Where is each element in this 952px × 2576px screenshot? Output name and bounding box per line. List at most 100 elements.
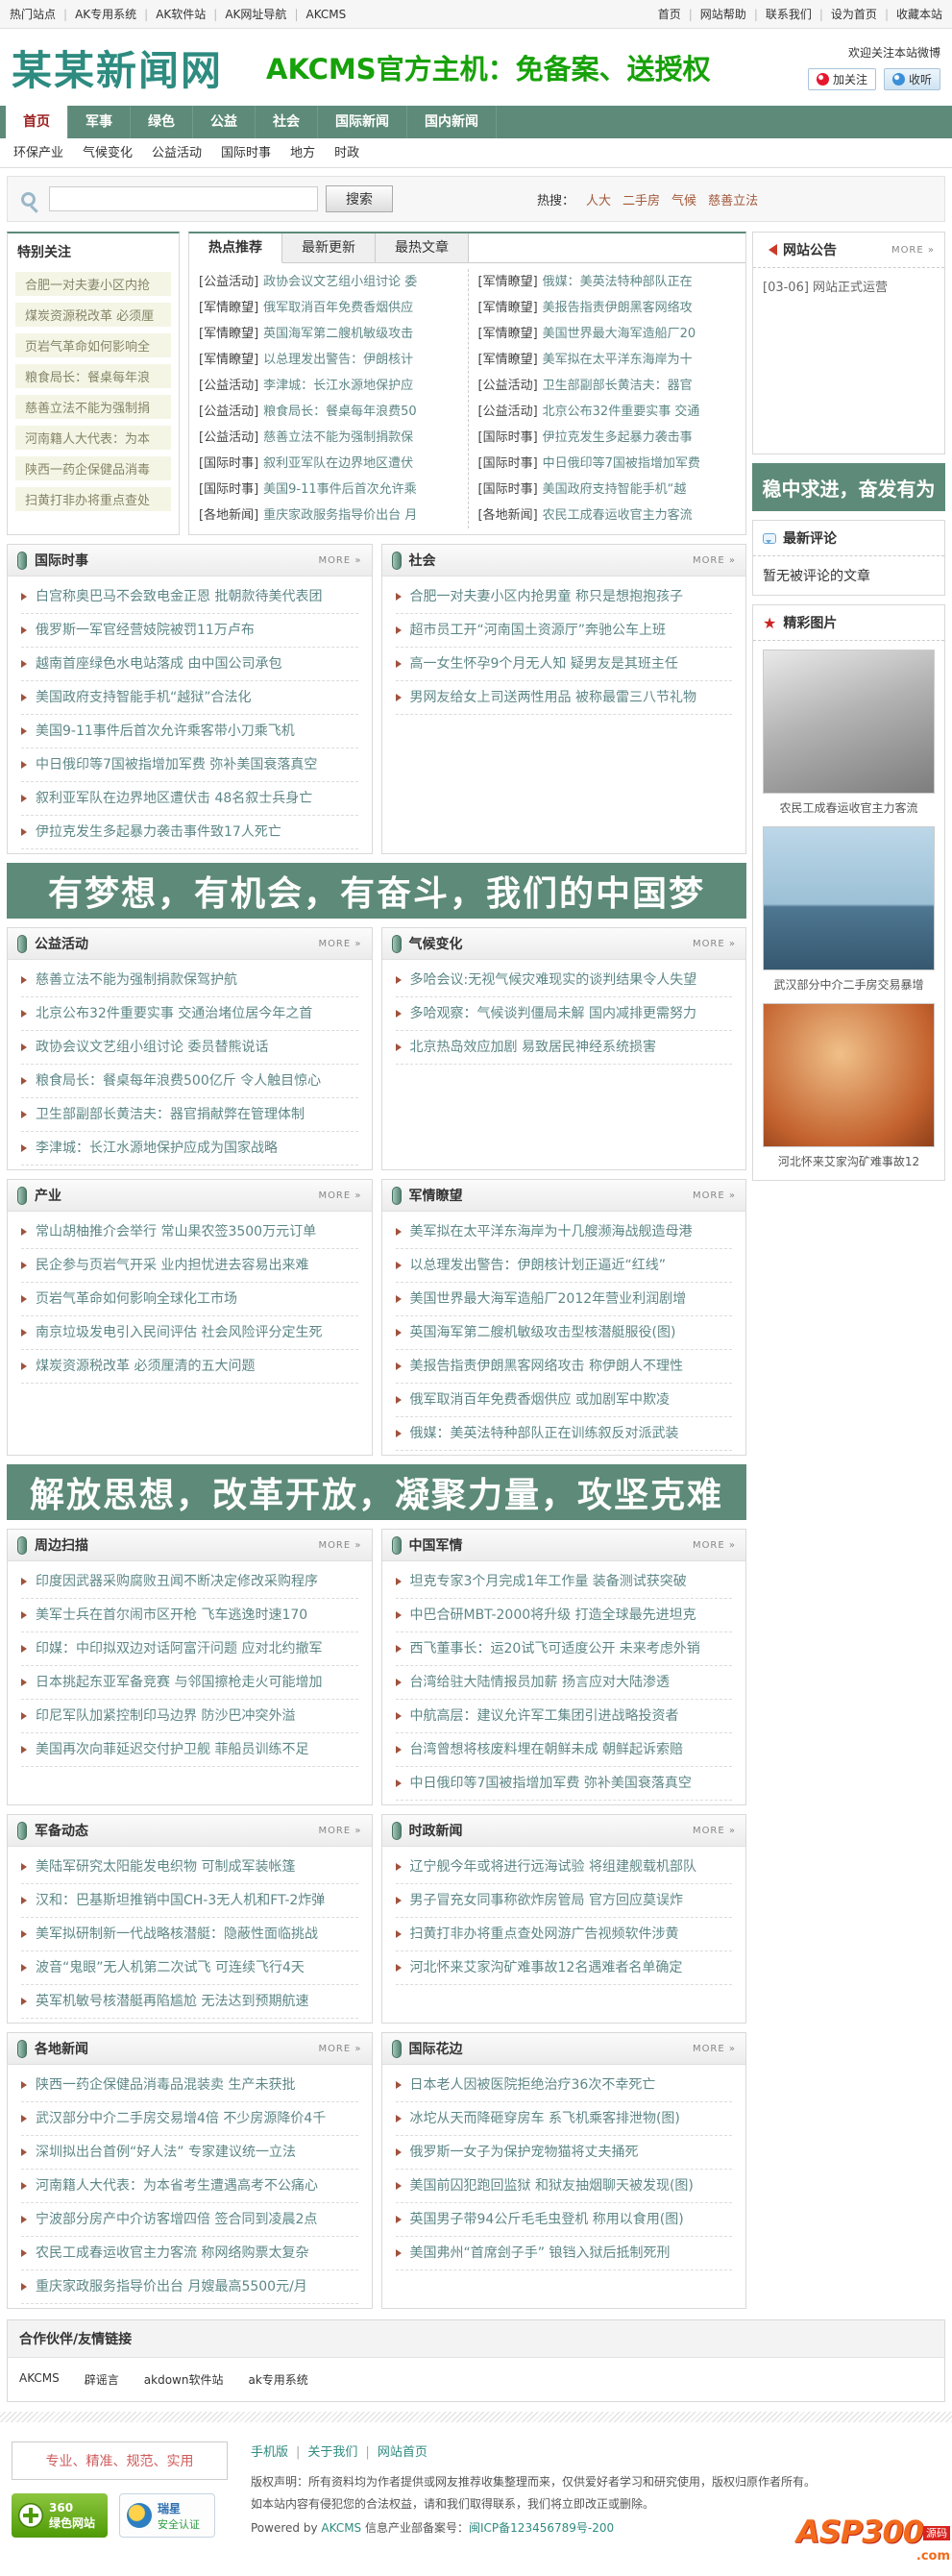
more-link[interactable]: MORE » (693, 1826, 736, 1836)
news-category-tag[interactable]: [军情瞭望] (478, 275, 538, 289)
footer-link[interactable]: 关于我们 (307, 2445, 357, 2460)
news-link[interactable]: 河南籍人大代表：为本省考生遭遇高考不公痛心 (36, 2178, 318, 2194)
topbar-link[interactable]: AK专用系统 (75, 8, 136, 21)
friend-link[interactable]: akdown软件站 (144, 2373, 224, 2387)
tab-latest-update[interactable]: 最新更新 (282, 233, 376, 262)
news-link[interactable]: 以总理发出警告：伊朗核计 (263, 353, 413, 367)
news-link[interactable]: 李津城：长江水源地保护应成为国家战略 (36, 1141, 278, 1156)
news-link[interactable]: 美陆军研究太阳能发电织物 可制成军装帐篷 (36, 1859, 295, 1875)
news-link[interactable]: 李津城：长江水源地保护应 (263, 379, 413, 393)
more-link[interactable]: MORE » (318, 555, 361, 566)
news-link[interactable]: 合肥一对夫妻小区内抢男童 称只是想抱抱孩子 (410, 589, 683, 604)
notice-item[interactable]: [03-06] 网站正式运营 (753, 268, 944, 304)
news-link[interactable]: 印尼军队加紧控制印马边界 防沙巴冲突外溢 (36, 1708, 295, 1724)
news-category-tag[interactable]: [军情瞭望] (199, 353, 258, 367)
news-link[interactable]: 英国海军第二艘机敏级攻击型核潜艇服役(图) (410, 1325, 676, 1340)
nav-item-domestic-news[interactable]: 国内新闻 (407, 106, 497, 138)
news-link[interactable]: 中航高层：建议允许军工集团引进战略投资者 (410, 1708, 679, 1724)
subnav-link[interactable]: 时政 (334, 146, 359, 160)
news-link[interactable]: 粮食局长：餐桌每年浪费50 (263, 405, 417, 419)
news-link[interactable]: 汉和：巴基斯坦推销中国CH-3无人机和FT-2炸弹 (36, 1893, 325, 1908)
special-focus-item[interactable]: 粮食局长：餐桌每年浪 (15, 364, 171, 388)
news-link[interactable]: 英军机敏号核潜艇再陷尴尬 无法达到预期航速 (36, 1994, 308, 2009)
news-link[interactable]: 伊拉克发生多起暴力袭击事件致17人死亡 (36, 824, 281, 840)
more-link[interactable]: MORE » (693, 1190, 736, 1201)
special-focus-item[interactable]: 页岩气革命如何影响全 (15, 333, 171, 357)
news-link[interactable]: 俄媒：美英法特种部队正在 (543, 275, 693, 289)
news-link[interactable]: 多哈观察：气候谈判僵局未解 国内减排更需努力 (410, 1006, 696, 1021)
special-focus-item[interactable]: 合肥一对夫妻小区内抢 (15, 272, 171, 296)
nav-item-military[interactable]: 军事 (68, 106, 131, 138)
subnav-link[interactable]: 国际时事 (221, 146, 271, 160)
tab-hot-recommend[interactable]: 热点推荐 (189, 233, 282, 263)
news-link[interactable]: 河北怀来艾家沟矿难事故12名遇难者名单确定 (410, 1960, 683, 1975)
news-link[interactable]: 农民工成春运收官主力客流 称网络购票太复杂 (36, 2245, 308, 2261)
news-link[interactable]: 辽宁舰今年或将进行远海试验 将组建舰载机部队 (410, 1859, 696, 1875)
news-link[interactable]: 政协会议文艺组小组讨论 委 (263, 275, 417, 289)
news-link[interactable]: 叙利亚军队在边界地区遭伏击 48名叙士兵身亡 (36, 791, 312, 806)
news-link[interactable]: 美军拟研制新一代战略核潜艇：隐蔽性面临挑战 (36, 1926, 318, 1942)
news-link[interactable]: 英国男子带94公斤毛毛虫登机 称用以食用(图) (410, 2212, 684, 2227)
subnav-link[interactable]: 气候变化 (83, 146, 133, 160)
news-category-tag[interactable]: [各地新闻] (478, 508, 538, 523)
news-link[interactable]: 越南首座绿色水电站落成 由中国公司承包 (36, 656, 281, 672)
photo-caption[interactable]: 武汉部分中介二手房交易暴增 (763, 970, 935, 994)
news-link[interactable]: 农民工成春运收官主力客流 (543, 508, 693, 523)
news-link[interactable]: 北京公布32件重要实事 交通 (543, 405, 700, 419)
nav-item-intl-news[interactable]: 国际新闻 (318, 106, 407, 138)
topbar-link[interactable]: 联系我们 (766, 8, 812, 21)
news-link[interactable]: 冰坨从天而降砸穿房车 系飞机乘客排泄物(图) (410, 2111, 680, 2126)
weibo-follow-button[interactable]: 加关注 (807, 68, 876, 90)
news-category-tag[interactable]: [军情瞭望] (478, 327, 538, 341)
nav-item-charity[interactable]: 公益 (193, 106, 256, 138)
news-category-tag[interactable]: [军情瞭望] (199, 301, 258, 315)
news-link[interactable]: 北京公布32件重要实事 交通治堵位居今年之首 (36, 1006, 312, 1021)
news-category-tag[interactable]: [公益活动] (199, 430, 258, 445)
news-link[interactable]: 美报告指责伊朗黑客网络攻击 称伊朗人不理性 (410, 1359, 683, 1374)
news-link[interactable]: 煤炭资源税改革 必须厘清的五大问题 (36, 1359, 255, 1374)
more-link[interactable]: MORE » (318, 1826, 361, 1836)
news-category-tag[interactable]: [国际时事] (478, 482, 538, 497)
subnav-link[interactable]: 公益活动 (152, 146, 202, 160)
subnav-link[interactable]: 环保产业 (13, 146, 63, 160)
special-focus-item[interactable]: 陕西一药企保健品消毒 (15, 456, 171, 480)
news-link[interactable]: 中日俄印等7国被指增加军费 弥补美国衰落真空 (36, 757, 317, 773)
news-category-tag[interactable]: [国际时事] (478, 456, 538, 471)
news-link[interactable]: 超市员工开“河南国土资源厅”奔驰公车上班 (410, 623, 667, 638)
nav-item-society[interactable]: 社会 (256, 106, 318, 138)
news-category-tag[interactable]: [国际时事] (199, 482, 258, 497)
news-link[interactable]: 重庆家政服务指导价出台 月嫂最高5500元/月 (36, 2279, 307, 2294)
news-link[interactable]: 美国弗州“首席刽子手” 锒铛入狱后抵制死刑 (410, 2245, 671, 2261)
news-link[interactable]: 美国世界最大海军造船厂2012年营业利润剧增 (410, 1291, 687, 1307)
news-category-tag[interactable]: [国际时事] (199, 456, 258, 471)
news-link[interactable]: 美国世界最大海军造船厂20 (543, 327, 696, 341)
photo-thumbnail-migrant-workers[interactable] (763, 650, 935, 794)
news-link[interactable]: 台湾曾想将核废料埋在朝鲜未成 朝鲜起诉索赔 (410, 1742, 683, 1757)
news-link[interactable]: 中巴合研MBT-2000将升级 打造全球最先进坦克 (410, 1607, 696, 1623)
subnav-link[interactable]: 地方 (290, 146, 315, 160)
news-link[interactable]: 宁波部分房产中介访客增四倍 签合同到凌晨2点 (36, 2212, 317, 2227)
topbar-link[interactable]: AKCMS (305, 8, 346, 21)
photo-caption[interactable]: 农民工成春运收官主力客流 (763, 794, 935, 818)
more-link[interactable]: MORE » (318, 939, 361, 949)
news-link[interactable]: 男子冒充女同事称欲炸房管局 官方回应莫误炸 (410, 1893, 683, 1908)
news-link[interactable]: 慈善立法不能为强制捐款保驾护航 (36, 972, 237, 988)
more-link[interactable]: MORE » (318, 1190, 361, 1201)
news-category-tag[interactable]: [军情瞭望] (199, 327, 258, 341)
news-link[interactable]: 美国9-11事件后首次允许乘 (263, 482, 417, 497)
news-link[interactable]: 日本挑起东亚军备竞赛 与邻国擦枪走火可能增加 (36, 1675, 322, 1690)
topbar-link[interactable]: 网站帮助 (700, 8, 746, 21)
news-link[interactable]: 印度因武器采购腐败丑闻不断决定修改采购程序 (36, 1574, 318, 1589)
hot-search-link[interactable]: 气候 (671, 194, 696, 209)
news-link[interactable]: 伊拉克发生多起暴力袭击事 (543, 430, 693, 445)
photo-caption[interactable]: 河北怀来艾家沟矿难事故12 (763, 1147, 935, 1171)
footer-link[interactable]: 手机版 (251, 2445, 288, 2460)
news-link[interactable]: 美国前囚犯跑回监狱 和狱友抽烟聊天被发现(图) (410, 2178, 694, 2194)
news-link[interactable]: 常山胡柚推介会举行 常山果农签3500万元订单 (36, 1224, 316, 1239)
news-link[interactable]: 西飞董事长：运20试飞可适度公开 未来考虑外销 (410, 1641, 700, 1656)
news-link[interactable]: 坦克专家3个月完成1年工作量 装备测试获突破 (410, 1574, 687, 1589)
news-category-tag[interactable]: [各地新闻] (199, 508, 258, 523)
news-link[interactable]: 高一女生怀孕9个月无人知 疑男友是其班主任 (410, 656, 678, 672)
news-link[interactable]: 武汉部分中介二手房交易增4倍 不少房源降价4千 (36, 2111, 326, 2126)
news-category-tag[interactable]: [军情瞭望] (478, 301, 538, 315)
